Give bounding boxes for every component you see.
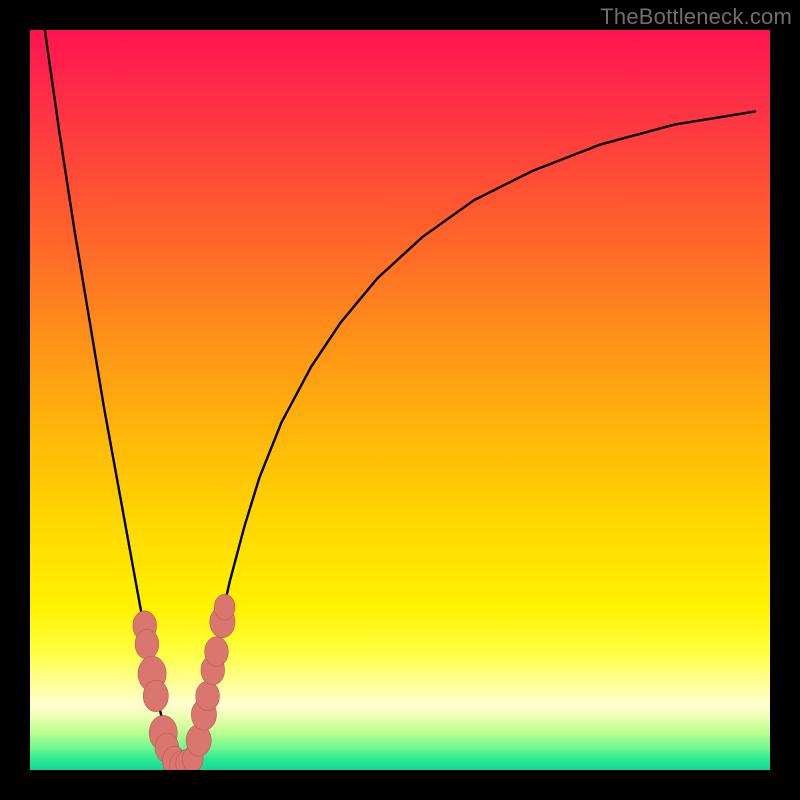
chart-svg [30, 30, 770, 770]
marker-layer [133, 594, 235, 770]
data-marker [196, 681, 220, 711]
watermark-text: TheBottleneck.com [600, 4, 792, 30]
data-marker [143, 680, 168, 711]
data-marker [135, 629, 159, 659]
chart-frame: TheBottleneck.com [0, 0, 800, 800]
data-marker [205, 637, 229, 667]
data-marker [214, 594, 235, 620]
plot-area [30, 30, 770, 770]
